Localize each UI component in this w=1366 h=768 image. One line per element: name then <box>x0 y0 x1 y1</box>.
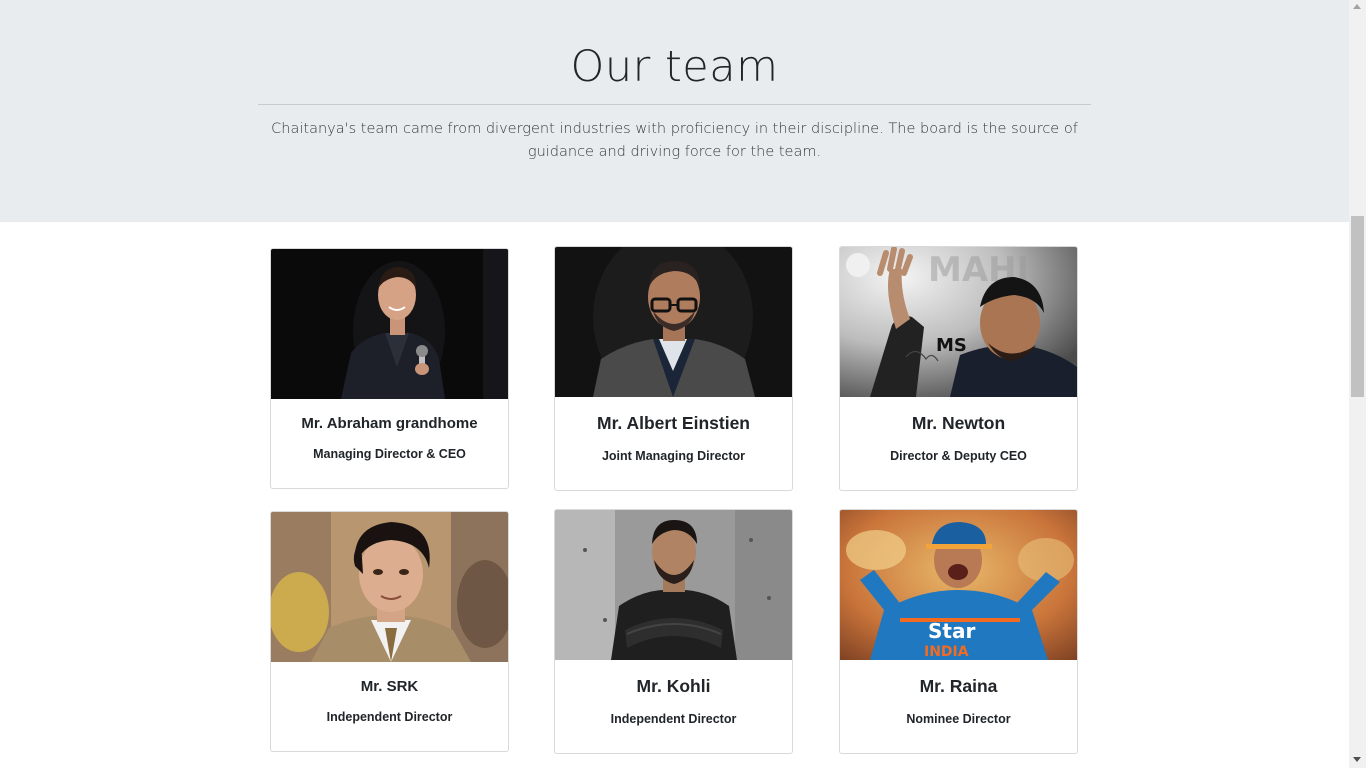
team-header: Our team Chaitanya's team came from dive… <box>0 0 1349 222</box>
team-member-photo <box>271 512 508 662</box>
team-description: Chaitanya's team came from divergent ind… <box>271 121 1078 160</box>
photo-jersey-text: Star <box>928 619 975 643</box>
title-divider <box>258 104 1091 105</box>
team-member-role: Joint Managing Director <box>601 449 746 463</box>
team-member-role: Independent Director <box>326 710 453 724</box>
team-card: Mr. SRK Independent Director <box>270 511 509 752</box>
team-member-photo <box>555 510 792 660</box>
team-card: Star INDIA Mr. Raina Nominee Director <box>839 509 1078 754</box>
team-member-role: Independent Director <box>610 712 737 726</box>
team-card: Mr. Albert Einstien Joint Managing Direc… <box>554 246 793 491</box>
scroll-down-arrow-icon[interactable] <box>1353 757 1361 762</box>
scrollbar-thumb[interactable] <box>1351 216 1364 397</box>
team-member-photo: MAHI MS <box>840 247 1077 397</box>
team-member-photo <box>555 247 792 397</box>
team-member-name: Mr. SRK <box>360 678 419 695</box>
team-member-name: Mr. Abraham grandhome <box>301 415 478 432</box>
scroll-up-arrow-icon[interactable] <box>1353 4 1361 9</box>
page-title: Our team <box>570 42 779 92</box>
vertical-scrollbar[interactable] <box>1349 0 1366 768</box>
team-member-name: Mr. Newton <box>911 413 1006 433</box>
team-member-role: Director & Deputy CEO <box>890 449 1027 463</box>
photo-logo-text: MS <box>936 335 967 356</box>
photo-jersey-country: INDIA <box>924 644 969 660</box>
team-member-role: Managing Director & CEO <box>313 447 466 461</box>
team-card: Mr. Abraham grandhome Managing Director … <box>270 248 509 489</box>
team-member-photo: Star INDIA <box>840 510 1077 660</box>
team-card: Mr. Kohli Independent Director <box>554 509 793 754</box>
page: Our team Chaitanya's team came from dive… <box>0 0 1349 768</box>
team-member-role: Nominee Director <box>906 712 1011 726</box>
team-member-name: Mr. Raina <box>919 676 998 696</box>
team-card: MAHI MS Mr. Newton Director & Deputy CEO <box>839 246 1078 491</box>
team-member-photo <box>271 249 508 399</box>
team-member-name: Mr. Kohli <box>636 676 711 696</box>
team-member-name: Mr. Albert Einstien <box>597 413 750 433</box>
